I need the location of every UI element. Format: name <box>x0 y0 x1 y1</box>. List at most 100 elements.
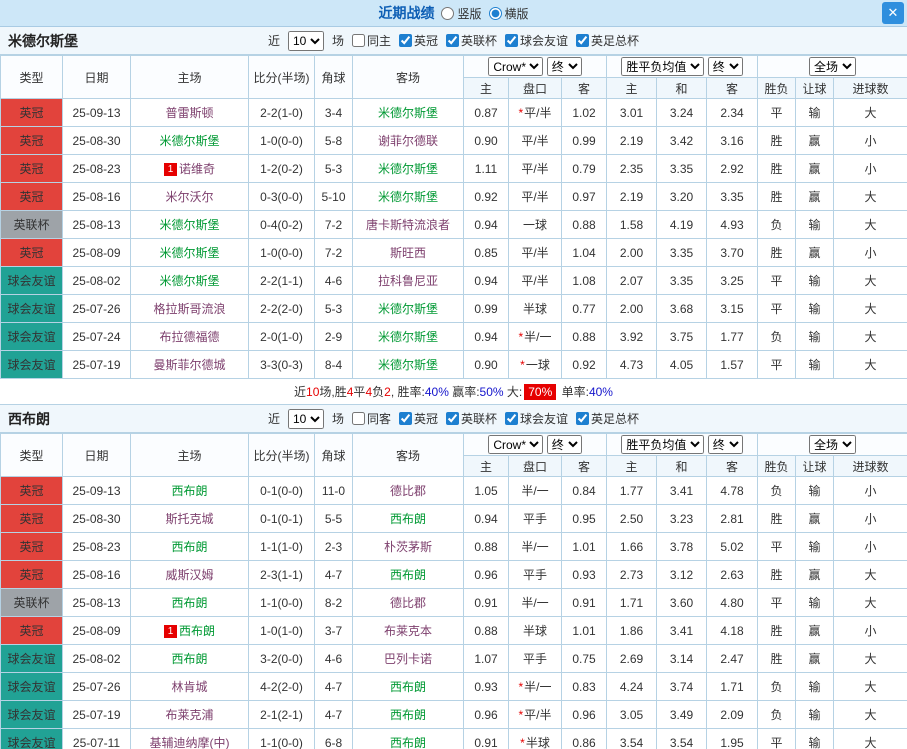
home-team-link[interactable]: 基辅迪纳摩(中) <box>130 728 249 749</box>
sub-header-let: 让球 <box>795 455 835 477</box>
league-checkbox-facup[interactable]: 英足总杯 <box>576 410 639 427</box>
home-team-link[interactable]: 米德尔斯堡 <box>130 210 249 239</box>
league-checkbox-eflcup[interactable]: 英联杯 <box>446 410 497 427</box>
corner-score: 4-7 <box>314 560 353 589</box>
league-checkbox-friendly-input[interactable] <box>505 412 519 425</box>
match-score: 0-3(0-0) <box>248 182 315 211</box>
summary-part: 10 <box>306 384 320 399</box>
away-team-link[interactable]: 西布朗 <box>352 728 464 749</box>
home-team-link[interactable]: 米尔沃尔 <box>130 182 249 211</box>
home-team-link[interactable]: 1 诺维奇 <box>130 154 249 183</box>
away-team-link[interactable]: 唐卡斯特流浪者 <box>352 210 464 239</box>
match-date: 25-08-30 <box>62 126 131 155</box>
home-team-link[interactable]: 西布朗 <box>130 476 249 505</box>
away-odds: 0.99 <box>560 126 608 155</box>
away-team-link[interactable]: 巴列卡诺 <box>352 644 464 673</box>
avg-type-select[interactable]: 胜平负均值 <box>621 57 705 76</box>
avg-home-odds: 2.50 <box>606 504 658 533</box>
league-checkbox-friendly[interactable]: 球会友谊 <box>505 410 568 427</box>
away-team-link[interactable]: 西布朗 <box>352 700 464 729</box>
home-odds: 0.87 <box>463 98 509 127</box>
home-team-link[interactable]: 1 西布朗 <box>130 616 249 645</box>
avg-final-select[interactable]: 终 <box>707 435 743 454</box>
period-select[interactable]: 全场 <box>809 435 857 454</box>
away-team-link[interactable]: 西布朗 <box>352 672 464 701</box>
avg-home-odds: 1.71 <box>606 588 658 617</box>
away-team-link[interactable]: 拉科鲁尼亚 <box>352 266 464 295</box>
league-checkbox-facup-input[interactable] <box>576 34 590 47</box>
home-team-link[interactable]: 林肯城 <box>130 672 249 701</box>
league-checkbox-eflcup-input[interactable] <box>446 412 459 425</box>
league-checkbox-eflcup[interactable]: 英联杯 <box>446 32 497 49</box>
same-home-checkbox[interactable]: 同主 <box>351 32 391 49</box>
period-select[interactable]: 全场 <box>809 57 857 76</box>
home-team-link[interactable]: 威斯汉姆 <box>130 560 249 589</box>
league-checkbox-championship-input[interactable] <box>398 34 412 47</box>
home-team-link[interactable]: 西布朗 <box>130 588 249 617</box>
close-icon[interactable] <box>882 2 904 24</box>
away-team-link[interactable]: 德比郡 <box>352 476 464 505</box>
odds-company-select[interactable]: Crow* <box>488 435 544 454</box>
league-checkbox-championship[interactable]: 英冠 <box>398 410 438 427</box>
match-row: 英冠 25-08-30 斯托克城 0-1(0-1) 5-5 西布朗 0.94 平手 0.95 2.… <box>0 504 907 533</box>
away-team-link[interactable]: 布莱克本 <box>352 616 464 645</box>
away-team-link[interactable]: 米德尔斯堡 <box>352 350 464 379</box>
odds-final-select[interactable]: 终 <box>546 57 582 76</box>
avg-type-select[interactable]: 胜平负均值 <box>621 435 705 454</box>
match-count-select[interactable]: 10 <box>287 30 324 51</box>
odds-final-select[interactable]: 终 <box>546 435 582 454</box>
home-team-link[interactable]: 格拉斯哥流浪 <box>130 294 249 323</box>
same-away-checkbox-input[interactable] <box>351 412 365 425</box>
team-name-text: 西布朗 <box>171 484 208 498</box>
away-team-link[interactable]: 米德尔斯堡 <box>352 154 464 183</box>
avg-draw-odds: 3.74 <box>656 672 708 701</box>
home-team-link[interactable]: 米德尔斯堡 <box>130 126 249 155</box>
home-team-link[interactable]: 布拉德福德 <box>130 322 249 351</box>
home-team-link[interactable]: 曼斯菲尔德城 <box>130 350 249 379</box>
league-checkbox-facup-input[interactable] <box>576 412 590 425</box>
away-team-link[interactable]: 谢菲尔德联 <box>352 126 464 155</box>
match-date: 25-07-11 <box>62 728 131 749</box>
handicap-text: 半球 <box>522 302 547 316</box>
horizontal-radio-input[interactable] <box>488 6 502 20</box>
league-checkbox-eflcup-input[interactable] <box>446 34 459 47</box>
away-team-link[interactable]: 米德尔斯堡 <box>352 294 464 323</box>
away-team-link[interactable]: 西布朗 <box>352 560 464 589</box>
home-odds: 0.88 <box>463 532 509 561</box>
vertical-radio-input[interactable] <box>441 6 455 20</box>
result-wdl: 胜 <box>757 644 797 673</box>
home-team-link[interactable]: 米德尔斯堡 <box>130 266 249 295</box>
league-checkbox-friendly[interactable]: 球会友谊 <box>505 32 568 49</box>
home-team-link[interactable]: 斯托克城 <box>130 504 249 533</box>
league-checkbox-facup[interactable]: 英足总杯 <box>576 32 639 49</box>
home-team-link[interactable]: 布莱克浦 <box>130 700 249 729</box>
same-away-checkbox[interactable]: 同客 <box>351 410 391 427</box>
away-team-link[interactable]: 斯旺西 <box>352 238 464 267</box>
avg-final-select[interactable]: 终 <box>707 57 743 76</box>
match-count-select[interactable]: 10 <box>287 408 324 429</box>
team-name-text: 米德尔斯堡 <box>377 162 438 176</box>
away-team-link[interactable]: 德比郡 <box>352 588 464 617</box>
layout-horizontal-radio[interactable]: 横版 <box>488 5 529 22</box>
corner-score: 4-6 <box>314 266 353 295</box>
away-team-link[interactable]: 朴茨茅斯 <box>352 532 464 561</box>
away-team-link[interactable]: 米德尔斯堡 <box>352 98 464 127</box>
same-home-checkbox-input[interactable] <box>351 34 365 47</box>
odds-company-select[interactable]: Crow* <box>488 57 544 76</box>
away-team-link[interactable]: 西布朗 <box>352 504 464 533</box>
league-label: 球会友谊 <box>520 412 569 426</box>
home-team-link[interactable]: 米德尔斯堡 <box>130 238 249 267</box>
league-checkbox-championship-input[interactable] <box>398 412 412 425</box>
layout-vertical-radio[interactable]: 竖版 <box>441 5 482 22</box>
avg-away-odds: 2.34 <box>706 98 759 127</box>
handicap-cell: *一球 <box>508 350 562 379</box>
away-team-link[interactable]: 米德尔斯堡 <box>352 322 464 351</box>
league-checkbox-friendly-input[interactable] <box>505 34 519 47</box>
home-team-link[interactable]: 西布朗 <box>130 532 249 561</box>
away-team-link[interactable]: 米德尔斯堡 <box>352 182 464 211</box>
match-date: 25-07-19 <box>62 700 131 729</box>
match-date: 25-08-02 <box>62 644 131 673</box>
league-checkbox-championship[interactable]: 英冠 <box>398 32 438 49</box>
home-team-link[interactable]: 普雷斯顿 <box>130 98 249 127</box>
home-team-link[interactable]: 西布朗 <box>130 644 249 673</box>
